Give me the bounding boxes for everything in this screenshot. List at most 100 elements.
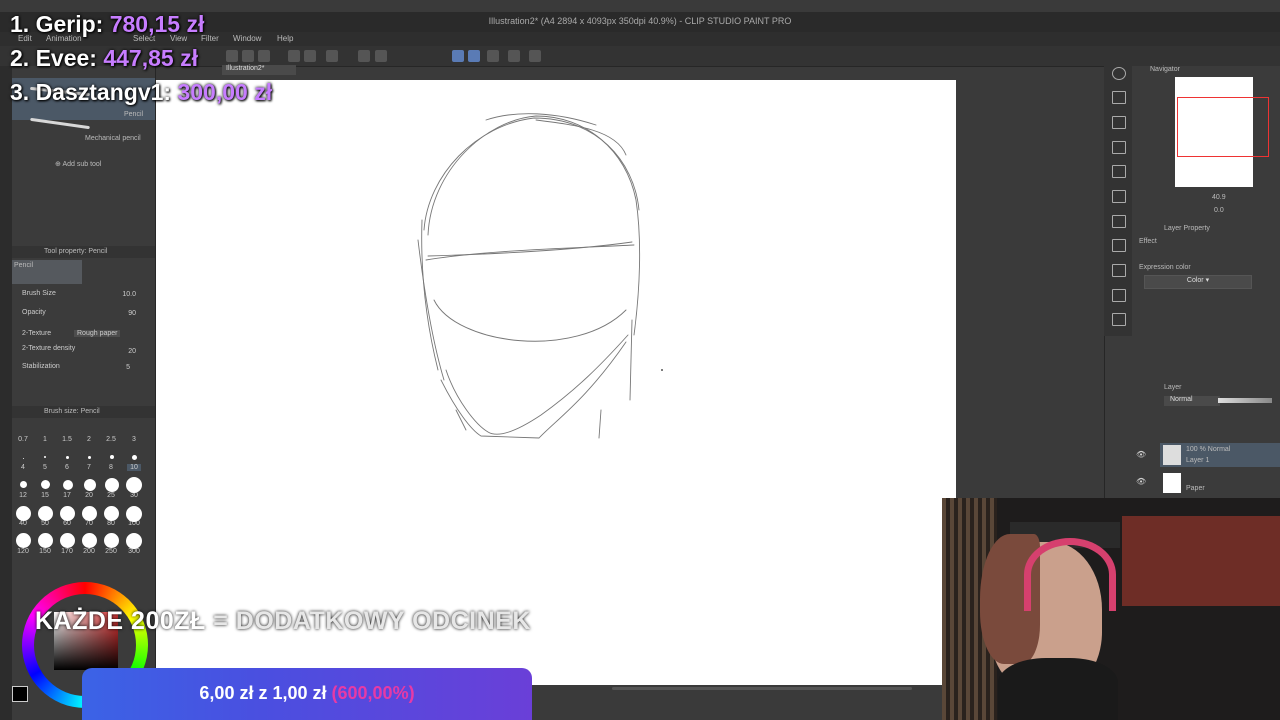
brush-size-grid: 0.7 1 1.5 2 2.5 3 4 5 6 7 8 10 12 15 17 … (16, 420, 150, 560)
new-file-icon[interactable] (226, 50, 238, 62)
size-1-5[interactable]: 1.5 (60, 436, 74, 443)
opacity-label: Opacity (22, 309, 46, 316)
size-dot-6 (66, 456, 69, 459)
undo-icon[interactable] (288, 50, 300, 62)
texture-density-value[interactable]: 20 (128, 348, 136, 355)
layer-icon[interactable] (508, 50, 520, 62)
size-4[interactable]: 4 (16, 464, 30, 471)
tab-illustration2[interactable]: Illustration2* (222, 65, 296, 75)
texture-value[interactable]: Rough paper (74, 330, 121, 337)
clear-icon[interactable] (326, 50, 338, 62)
opacity-value[interactable]: 90 (128, 310, 136, 317)
size-150[interactable]: 150 (38, 548, 52, 555)
effect-label: Effect (1139, 238, 1157, 245)
tool-preview-label: Pencil (14, 262, 34, 269)
horizontal-scrollbar[interactable] (612, 687, 912, 690)
tool-preview: Pencil (12, 260, 82, 284)
transform-icon[interactable] (375, 50, 387, 62)
fill-icon[interactable] (358, 50, 370, 62)
panel-icon-8[interactable] (1112, 264, 1126, 277)
donor-3-name: 3. Dasztangv1: (10, 79, 172, 105)
texture-row[interactable]: 2-Texture Rough paper (22, 330, 150, 342)
size-3[interactable]: 3 (127, 436, 141, 443)
size-6[interactable]: 6 (60, 464, 74, 471)
webcam-person-shirt (998, 658, 1118, 720)
size-25[interactable]: 25 (104, 492, 118, 499)
size-10-selected[interactable]: 10 (127, 464, 141, 471)
donor-2-amount: 447,85 zł (103, 45, 198, 71)
texture-density-label: 2-Texture density (22, 345, 76, 352)
size-40[interactable]: 40 (16, 520, 30, 527)
panel-icon-10[interactable] (1112, 313, 1126, 326)
sub-tool-pencil-label: Pencil (124, 111, 144, 118)
size-1[interactable]: 1 (38, 436, 52, 443)
layer-row-paper[interactable]: Paper (1160, 471, 1280, 495)
size-70[interactable]: 70 (82, 520, 96, 527)
snap-guide-icon[interactable] (468, 50, 480, 62)
navigator-rotation[interactable]: 0.0 (1214, 207, 1224, 214)
navigator-zoom[interactable]: 40.9 (1212, 194, 1226, 201)
promo-main: KAŻDE 200ZŁ (35, 607, 206, 635)
size-170[interactable]: 170 (60, 548, 74, 555)
panel-icon-6[interactable] (1112, 215, 1126, 228)
eye-icon-paper[interactable]: 👁 (1136, 477, 1146, 486)
texture-density-row[interactable]: 2-Texture density 20 (22, 345, 150, 357)
size-0-7[interactable]: 0.7 (16, 436, 30, 443)
eye-icon-layer1[interactable]: 👁 (1136, 450, 1146, 459)
stabilization-row[interactable]: Stabilization 5 (22, 363, 150, 375)
panel-icon-4[interactable] (1112, 165, 1126, 178)
size-8[interactable]: 8 (104, 464, 118, 471)
blend-mode-dropdown[interactable]: Normal (1164, 396, 1220, 406)
size-2[interactable]: 2 (82, 436, 96, 443)
opacity-row[interactable]: Opacity 90 (22, 309, 150, 321)
panel-icon-5[interactable] (1112, 190, 1126, 203)
size-15[interactable]: 15 (38, 492, 52, 499)
settings-icon[interactable] (529, 50, 541, 62)
add-sub-tool-button[interactable]: ⊕ Add sub tool (55, 160, 101, 168)
size-dot-20 (84, 479, 96, 491)
brush-size-row[interactable]: Brush Size 10.0 (22, 290, 150, 302)
navigator-preview[interactable] (1175, 77, 1269, 187)
size-250[interactable]: 250 (104, 548, 118, 555)
size-5[interactable]: 5 (38, 464, 52, 471)
size-2-5[interactable]: 2.5 (104, 436, 118, 443)
size-60[interactable]: 60 (60, 520, 74, 527)
brush-size-value[interactable]: 10.0 (122, 291, 136, 298)
panel-icon-9[interactable] (1112, 289, 1126, 302)
layer-row-layer1[interactable]: 100 % Normal Layer 1 (1160, 443, 1280, 467)
size-200[interactable]: 200 (82, 548, 96, 555)
main-color-swatch[interactable] (12, 686, 28, 702)
snap-ruler-icon[interactable] (452, 50, 464, 62)
stabilization-label: Stabilization (22, 363, 60, 370)
layer-opacity-slider[interactable] (1218, 398, 1272, 403)
menu-help[interactable]: Help (277, 34, 293, 43)
size-dot-170 (60, 533, 75, 548)
size-17[interactable]: 17 (60, 492, 74, 499)
panel-icon-3[interactable] (1112, 141, 1126, 154)
size-80[interactable]: 80 (104, 520, 118, 527)
size-120[interactable]: 120 (16, 548, 30, 555)
size-20[interactable]: 20 (82, 492, 96, 499)
size-dot-7 (88, 456, 91, 459)
size-12[interactable]: 12 (16, 492, 30, 499)
panel-icon-1[interactable] (1112, 91, 1126, 104)
menu-window[interactable]: Window (233, 34, 261, 43)
sub-tool-mechanical-pencil[interactable]: Mechanical pencil (85, 135, 141, 142)
panel-icon-7[interactable] (1112, 239, 1126, 252)
expression-color-dropdown[interactable]: Color ▾ (1144, 275, 1252, 289)
navigator-viewport[interactable] (1177, 97, 1269, 157)
save-icon[interactable] (258, 50, 270, 62)
size-50[interactable]: 50 (38, 520, 52, 527)
stabilization-value[interactable]: 5 (126, 364, 130, 371)
pen-icon[interactable] (487, 50, 499, 62)
donor-3: 3. Dasztangv1: 300,00 zł (10, 79, 272, 106)
drawing-canvas[interactable] (156, 80, 956, 685)
panel-icon-2[interactable] (1112, 116, 1126, 129)
open-icon[interactable] (242, 50, 254, 62)
size-300[interactable]: 300 (127, 548, 141, 555)
brush-size-title: Brush size: Pencil (44, 408, 100, 415)
navigator-icon[interactable] (1112, 67, 1126, 80)
redo-icon[interactable] (304, 50, 316, 62)
size-30[interactable]: 30 (127, 492, 141, 499)
size-7[interactable]: 7 (82, 464, 96, 471)
